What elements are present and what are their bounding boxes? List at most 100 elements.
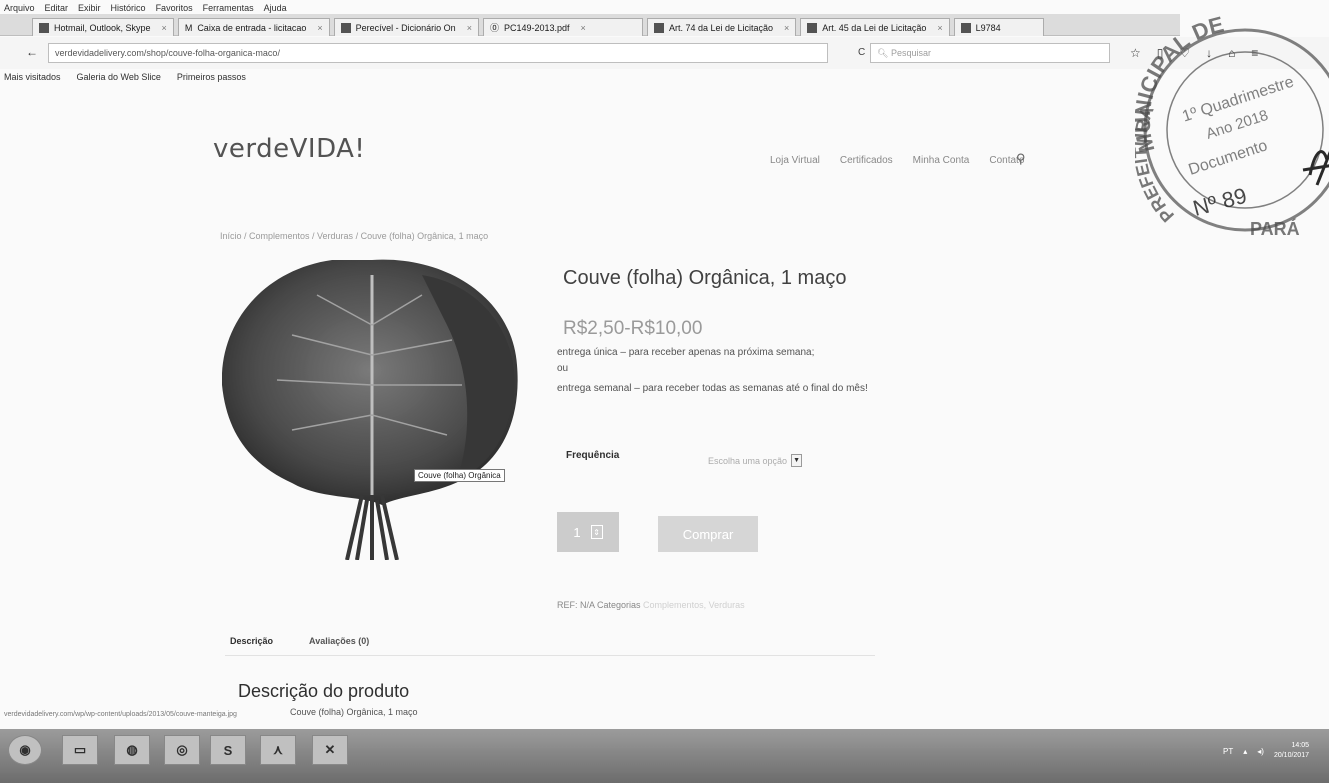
menu-ajuda[interactable]: Ajuda: [264, 3, 287, 13]
search-icon[interactable]: ⚲: [1016, 151, 1026, 167]
skype-icon[interactable]: S: [210, 735, 246, 765]
official-stamp: MUNICIPAL DE PREFEITURA PARÁ 1º Quadrime…: [1135, 11, 1329, 239]
tab-label: Art. 74 da Lei de Licitação: [668, 22, 774, 33]
tab-favicon-icon: [807, 22, 818, 33]
tab-favicon-icon: [960, 22, 971, 33]
product-categories[interactable]: Complementos, Verduras: [643, 600, 745, 610]
menu-arquivo[interactable]: Arquivo: [4, 3, 35, 13]
close-icon[interactable]: ×: [784, 23, 789, 33]
description-text: Couve (folha) Orgânica, 1 maço: [290, 707, 418, 717]
tab-favicon-icon: [340, 22, 351, 33]
close-icon[interactable]: ×: [467, 23, 472, 33]
folder-icon[interactable]: ▭: [62, 735, 98, 765]
product-title: Couve (folha) Orgânica, 1 maço: [563, 267, 847, 289]
product-price: R$2,50-R$10,00: [563, 318, 703, 339]
chrome-icon[interactable]: ◎: [164, 735, 200, 765]
bookmarks-bar: Mais visitados Galeria do Web Slice Prim…: [0, 69, 1329, 87]
stamp-left-text: PREFEITURA: [1135, 103, 1178, 226]
magnifier-icon: 🔍︎: [877, 48, 891, 58]
start-button-icon[interactable]: ◉: [8, 735, 42, 765]
stamp-bottom-text: PARÁ: [1250, 218, 1300, 239]
site-logo[interactable]: verdeVIDA!: [213, 134, 365, 164]
desc-line: ou: [557, 363, 569, 374]
desc-line: entrega única – para receber apenas na p…: [557, 347, 815, 358]
svg-text:PREFEITURA: PREFEITURA: [1135, 103, 1178, 226]
frequency-select-value: Escolha uma opção: [708, 455, 788, 466]
browser-search-input[interactable]: 🔍︎ Pesquisar: [870, 43, 1110, 63]
tab-label: PC149-2013.pdf: [503, 22, 570, 33]
desc-line: entrega semanal – para receber todas as …: [557, 383, 868, 394]
browser-tab[interactable]: Hotmail, Outlook, Skype ×: [32, 18, 174, 36]
menu-ferramentas[interactable]: Ferramentas: [203, 3, 254, 13]
close-icon[interactable]: ×: [317, 23, 322, 33]
clock-time: 14:05: [1291, 742, 1309, 749]
nav-minha-conta[interactable]: Minha Conta: [913, 155, 970, 166]
image-tooltip: Couve (folha) Orgânica: [414, 469, 505, 482]
quantity-stepper[interactable]: 1 ⇕: [557, 512, 619, 552]
product-meta: REF: N/A Categorias Complementos, Verdur…: [557, 600, 745, 610]
tab-label: Caixa de entrada - licitacao: [197, 22, 307, 33]
stamp-signature: [1302, 150, 1329, 186]
stamp-documento: Documento: [1187, 137, 1270, 178]
product-image[interactable]: [222, 255, 522, 560]
menu-historico[interactable]: Histórico: [111, 3, 146, 13]
tab-label: L9784: [975, 22, 1001, 33]
close-icon[interactable]: ×: [162, 23, 167, 33]
chevron-down-icon[interactable]: ▼: [791, 454, 803, 467]
bookmark-item[interactable]: Galeria do Web Slice: [77, 72, 161, 84]
network-icon[interactable]: ▴: [1243, 747, 1247, 756]
search-placeholder: Pesquisar: [890, 48, 931, 58]
gmail-icon: M: [184, 22, 193, 33]
browser-tab[interactable]: Perecível - Dicionário On ×: [333, 18, 479, 36]
quantity-value[interactable]: 1: [573, 525, 580, 540]
close-icon[interactable]: ×: [937, 23, 942, 33]
acrobat-icon[interactable]: ⋏: [260, 735, 296, 765]
menu-editar[interactable]: Editar: [45, 3, 69, 13]
browser-tab[interactable]: M Caixa de entrada - licitacao ×: [177, 18, 330, 36]
clock-date: 20/10/2017: [1273, 752, 1309, 759]
tab-avaliacoes[interactable]: Avaliações (0): [309, 636, 369, 646]
menu-favoritos[interactable]: Favoritos: [156, 3, 193, 13]
tab-label: Art. 45 da Lei de Licitação: [822, 22, 927, 33]
tab-divider: [225, 655, 875, 656]
product-tabs: Descrição Avaliações (0): [230, 636, 369, 646]
buy-button[interactable]: Comprar: [658, 516, 758, 552]
url-input[interactable]: verdevidadelivery.com/shop/couve-folha-o…: [48, 43, 828, 63]
browser-status-bar: verdevidadelivery.com/wp/wp-content/uplo…: [4, 711, 237, 718]
system-tray: PT ▴ ◂) 14:05 20/10/2017: [1223, 741, 1309, 761]
screenshot-page: Arquivo Editar Exibir Histórico Favorito…: [0, 0, 1329, 783]
close-icon[interactable]: ×: [581, 23, 586, 33]
stamp-number: Nº 89: [1190, 183, 1249, 221]
pdf-icon: ⓪: [489, 23, 499, 33]
browser-tab[interactable]: ⓪ PC149-2013.pdf ×: [482, 18, 643, 36]
tab-favicon-icon: [39, 22, 49, 33]
browser-tab[interactable]: Art. 45 da Lei de Licitação ×: [800, 18, 950, 36]
browser-tabstrip: Hotmail, Outlook, Skype × M Caixa de ent…: [0, 14, 1180, 36]
language-indicator[interactable]: PT: [1223, 747, 1233, 756]
back-arrow-icon[interactable]: ←: [26, 45, 38, 59]
system-clock[interactable]: 14:05 20/10/2017: [1274, 741, 1309, 761]
speaker-icon[interactable]: ◂): [1257, 747, 1264, 756]
bookmark-item[interactable]: Mais visitados: [4, 72, 61, 84]
tab-descricao[interactable]: Descrição: [230, 636, 273, 646]
url-text: verdevidadelivery.com/shop/couve-folha-o…: [55, 48, 280, 58]
browser-toolbar: ← verdevidadelivery.com/shop/couve-folha…: [0, 37, 1329, 69]
app-icon[interactable]: ✕: [312, 735, 348, 765]
stepper-arrows-icon[interactable]: ⇕: [590, 525, 603, 539]
bookmark-item[interactable]: Primeiros passos: [177, 72, 246, 84]
browser-tab[interactable]: Art. 74 da Lei de Licitação ×: [646, 18, 797, 36]
firefox-icon[interactable]: ◍: [114, 735, 150, 765]
breadcrumb: Início / Complementos / Verduras / Couve…: [220, 231, 489, 241]
windows-taskbar: ◉ ▭ ◍ ◎ S ⋏ ✕ PT ▴ ◂) 14:05 20/10/2017: [0, 729, 1329, 783]
site-nav: Loja Virtual Certificados Minha Conta Co…: [770, 155, 1024, 166]
tab-label: Perecível - Dicionário On: [355, 22, 456, 33]
product-short-description: entrega única – para receber apenas na p…: [557, 345, 887, 397]
nav-certificados[interactable]: Certificados: [840, 155, 893, 166]
nav-loja-virtual[interactable]: Loja Virtual: [770, 155, 820, 166]
menu-exibir[interactable]: Exibir: [78, 3, 101, 13]
description-heading: Descrição do produto: [238, 681, 410, 701]
frequency-select[interactable]: Escolha uma opção ▼: [708, 454, 803, 467]
reload-icon[interactable]: C: [858, 47, 865, 58]
tab-label: Hotmail, Outlook, Skype: [54, 22, 151, 33]
browser-tab[interactable]: L9784: [953, 18, 1044, 36]
